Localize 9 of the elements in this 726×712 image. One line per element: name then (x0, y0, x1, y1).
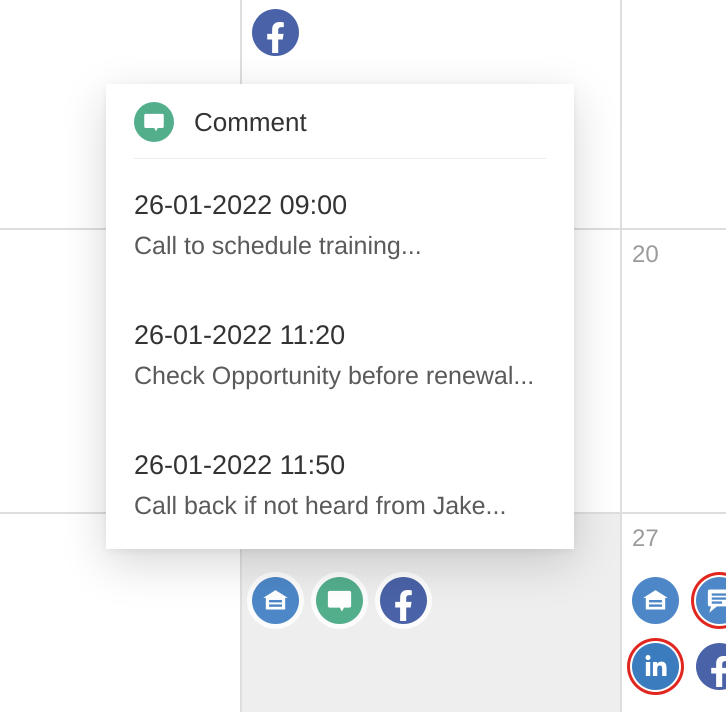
entry-datetime: 26-01-2022 09:00 (134, 189, 348, 221)
entry-text: Call back if not heard from Jake... (134, 491, 508, 521)
day-number: 20 (632, 241, 659, 269)
entry-datetime: 26-01-2022 11:50 (134, 449, 346, 481)
entry-text: Call to schedule training... (134, 231, 423, 261)
day-number: 27 (632, 525, 659, 553)
entry-text: Check Opportunity before renewal... (134, 361, 536, 391)
popup-title: Comment (194, 106, 307, 138)
entry-datetime: 26-01-2022 11:20 (134, 319, 346, 351)
